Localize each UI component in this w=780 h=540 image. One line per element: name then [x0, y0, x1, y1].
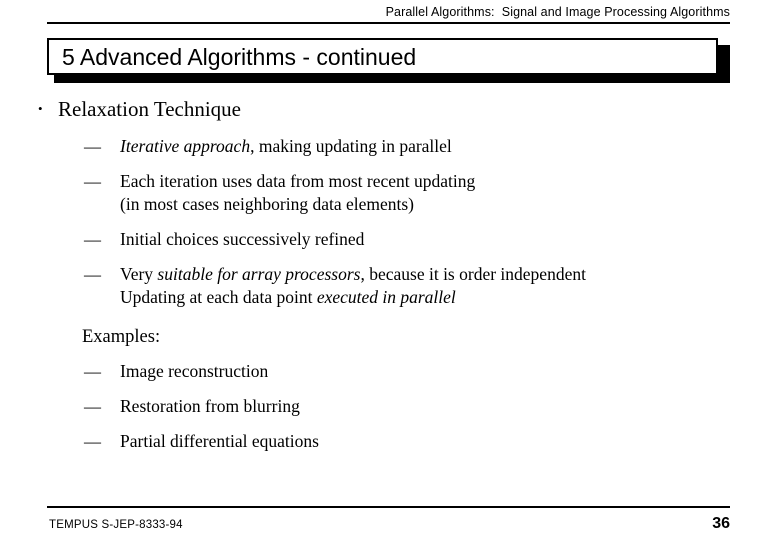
dash-marker: —	[84, 137, 101, 156]
header-divider-rule	[47, 22, 730, 24]
plain-text: Examples:	[82, 327, 161, 347]
dash-item: — Partial differential equations	[0, 430, 780, 453]
plain-text: Partial differential equations	[120, 431, 319, 451]
footer-page-number: 36	[712, 515, 730, 532]
slide-header-course-title: Parallel Algorithms: Signal and Image Pr…	[385, 5, 730, 19]
emphasis-text: suitable for array processors	[157, 264, 361, 284]
plain-text: , making updating in parallel	[250, 136, 452, 156]
item-text: Initial choices successively refined	[120, 228, 780, 251]
item-text: Image reconstruction	[120, 360, 780, 383]
dash-item: — Restoration from blurring	[0, 395, 780, 418]
dash-marker: —	[84, 172, 101, 191]
plain-text: Restoration from blurring	[120, 396, 300, 416]
text-line: Examples:	[0, 325, 780, 349]
slide: Parallel Algorithms: Signal and Image Pr…	[0, 0, 780, 540]
slide-body-content: • Relaxation Technique — Iterative approach…	[0, 96, 780, 465]
dash-item: — Initial choices successively refined	[0, 228, 780, 251]
dash-marker: —	[84, 230, 101, 249]
item-text: Examples:	[82, 325, 780, 349]
item-text: Partial differential equations	[120, 430, 780, 453]
plain-text: Very	[120, 264, 158, 284]
item-text: Iterative approach, making updating in p…	[120, 135, 780, 158]
dash-marker: —	[84, 362, 101, 381]
dash-item: — Very suitable for array processors, bec…	[0, 263, 780, 309]
bullet-marker: •	[38, 101, 43, 116]
dash-marker: —	[84, 432, 101, 451]
plain-text: Relaxation Technique	[58, 97, 242, 121]
dash-item: — Image reconstruction	[0, 360, 780, 383]
plain-text: Each iteration uses data from most recen…	[120, 171, 476, 214]
item-text: Each iteration uses data from most recen…	[120, 170, 780, 216]
footer-divider-rule	[47, 506, 730, 508]
bullet-item: • Relaxation Technique	[0, 96, 780, 122]
footer-project-code: TEMPUS S-JEP-8333-94	[49, 519, 183, 531]
item-text: Relaxation Technique	[58, 96, 780, 122]
page-title: 5 Advanced Algorithms - continued	[62, 43, 417, 70]
dash-marker: —	[84, 397, 101, 416]
title-box: 5 Advanced Algorithms - continued	[47, 38, 718, 75]
dash-item: — Iterative approach, making updating in …	[0, 135, 780, 158]
item-text: Restoration from blurring	[120, 395, 780, 418]
emphasis-text: executed in parallel	[316, 287, 456, 307]
plain-text: Image reconstruction	[120, 361, 269, 381]
dash-marker: —	[84, 265, 101, 284]
dash-item: — Each iteration uses data from most rece…	[0, 170, 780, 216]
plain-text: Initial choices successively refined	[120, 229, 365, 249]
item-text: Very suitable for array processors, beca…	[120, 263, 780, 309]
emphasis-text: Iterative approach	[120, 136, 251, 156]
